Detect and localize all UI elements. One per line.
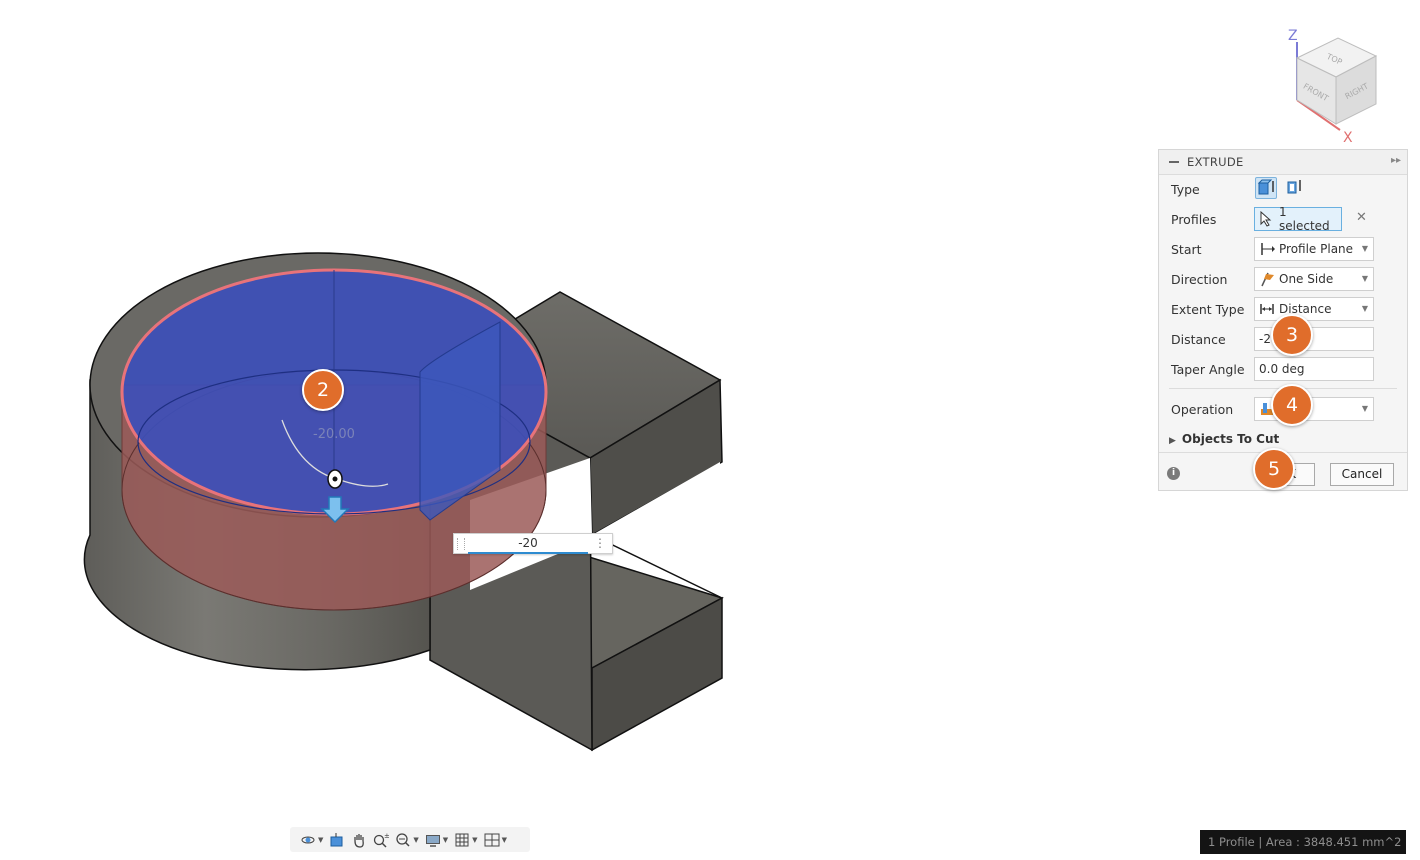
profile-plane-icon (1259, 241, 1275, 257)
extent-type-label: Extent Type (1171, 302, 1245, 317)
chevron-down-icon: ▼ (1361, 274, 1368, 283)
view-cube[interactable]: Z X TOP FRONT RIGHT (1288, 28, 1378, 146)
pan-icon[interactable] (351, 832, 367, 848)
start-label: Start (1171, 242, 1202, 257)
model-body[interactable]: -20.00 (83, 252, 724, 752)
collapse-icon[interactable] (1169, 161, 1179, 163)
orbit-dropdown-icon[interactable]: ▼ (318, 836, 323, 844)
taper-angle-label: Taper Angle (1171, 362, 1245, 377)
display-settings-icon[interactable] (425, 832, 441, 848)
panel-header: EXTRUDE ▸▸ (1159, 150, 1407, 175)
direction-row: Direction One Side ▼ (1159, 267, 1407, 293)
one-side-flag-icon (1259, 271, 1275, 287)
direction-value: One Side (1279, 272, 1334, 286)
info-icon[interactable]: i (1167, 467, 1180, 480)
zoom-dropdown-icon[interactable]: ▼ (413, 836, 418, 844)
status-bar: 1 Profile | Area : 3848.451 mm^2 (1200, 830, 1406, 854)
viewports-dropdown-icon[interactable]: ▼ (502, 836, 507, 844)
svg-text:±: ± (384, 832, 389, 840)
direction-dropdown[interactable]: One Side ▼ (1254, 267, 1374, 291)
objects-to-cut-toggle[interactable]: ▶ Objects To Cut (1169, 432, 1279, 446)
type-label: Type (1171, 182, 1200, 197)
operation-label: Operation (1171, 402, 1234, 417)
display-dropdown-icon[interactable]: ▼ (443, 836, 448, 844)
distance-input-value[interactable]: -20 (468, 535, 588, 554)
distance-icon (1259, 301, 1275, 317)
axis-x-label: X (1343, 130, 1353, 146)
distance-input-box[interactable]: -20 ⋮ (453, 533, 613, 554)
more-options-icon[interactable]: ⋮ (594, 536, 606, 550)
thin-extrude-icon[interactable] (1285, 177, 1307, 199)
distance-manipulator-handle[interactable] (327, 469, 343, 489)
cursor-select-icon (1259, 210, 1275, 227)
expand-panel-icon[interactable]: ▸▸ (1391, 155, 1401, 166)
callout-2-badge: 2 (302, 369, 344, 411)
taper-angle-field[interactable]: 0.0 deg (1254, 357, 1374, 381)
navigation-toolbar: ▼ ± ▼ ▼ ▼ ▼ (290, 827, 530, 852)
one-side-extrude-icon[interactable] (1255, 177, 1277, 199)
profiles-selection[interactable]: 1 selected (1254, 205, 1342, 233)
profiles-row: Profiles 1 selected ✕ (1159, 205, 1407, 233)
callout-4-badge: 4 (1271, 384, 1313, 426)
objects-to-cut-label: Objects To Cut (1181, 432, 1280, 446)
grid-dropdown-icon[interactable]: ▼ (472, 836, 477, 844)
start-row: Start Profile Plane ▼ (1159, 237, 1407, 263)
zoom-icon[interactable]: ± (373, 832, 390, 848)
panel-title: EXTRUDE (1187, 155, 1244, 169)
axis-z-label: Z (1288, 28, 1298, 44)
chevron-down-icon: ▼ (1361, 244, 1368, 253)
drag-grip-icon[interactable] (457, 538, 465, 550)
grid-icon[interactable] (454, 832, 470, 848)
direction-label: Direction (1171, 272, 1228, 287)
dimension-label: -20.00 (313, 427, 355, 442)
taper-angle-row: Taper Angle 0.0 deg (1159, 357, 1407, 383)
chevron-down-icon: ▼ (1361, 304, 1368, 313)
taper-angle-value: 0.0 deg (1259, 362, 1305, 376)
orbit-icon[interactable] (300, 832, 316, 848)
fit-zoom-icon[interactable] (395, 832, 411, 848)
start-dropdown[interactable]: Profile Plane ▼ (1254, 237, 1374, 261)
distance-label: Distance (1171, 332, 1226, 347)
start-value: Profile Plane (1279, 242, 1354, 256)
expand-triangle-icon: ▶ (1169, 436, 1176, 446)
look-at-icon[interactable] (329, 832, 345, 848)
profiles-value: 1 selected (1279, 205, 1330, 233)
viewports-icon[interactable] (484, 832, 500, 848)
extrude-panel: EXTRUDE ▸▸ Type Profiles 1 selected ✕ St… (1158, 149, 1408, 491)
callout-3-badge: 3 (1271, 314, 1313, 356)
type-row: Type (1159, 177, 1407, 203)
chevron-down-icon: ▼ (1361, 404, 1368, 413)
callout-5-badge: 5 (1253, 448, 1295, 490)
extent-type-dropdown[interactable]: Distance ▼ (1254, 297, 1374, 321)
cancel-button[interactable]: Cancel (1330, 463, 1394, 486)
distance-value: -2 (1259, 332, 1271, 346)
close-icon[interactable]: ✕ (1356, 210, 1367, 225)
profiles-label: Profiles (1171, 212, 1217, 227)
